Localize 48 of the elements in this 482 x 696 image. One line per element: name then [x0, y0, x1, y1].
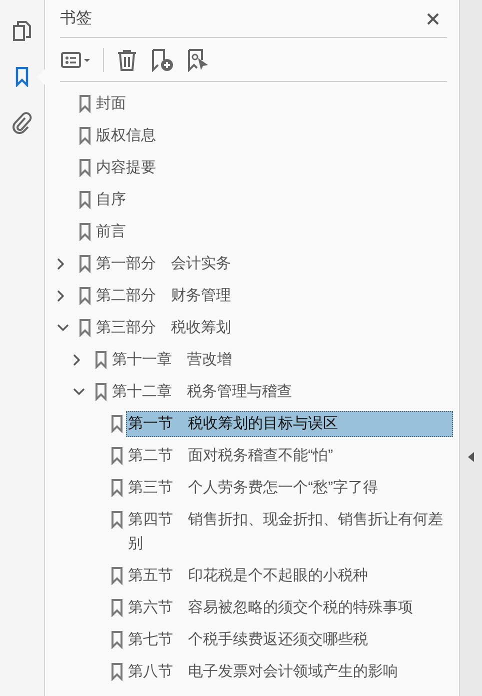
bookmark-icon — [95, 351, 107, 369]
bookmark-icon — [95, 383, 107, 401]
bookmark-item[interactable]: 版权信息 — [96, 124, 453, 148]
bookmark-item[interactable]: 第八节 电子发票对会计领域产生的影响 — [128, 660, 453, 684]
bookmark-icon — [79, 319, 91, 337]
bookmark-item[interactable]: 第三部分 税收筹划 — [96, 316, 453, 340]
bookmark-icon — [111, 447, 123, 465]
bookmark-item[interactable]: 第一节 税收筹划的目标与误区 — [126, 411, 453, 437]
bookmark-item[interactable]: 第五节 印花税是个不起眼的小税种 — [128, 564, 453, 588]
chevron-down-icon[interactable] — [57, 324, 69, 332]
chevron-down-icon[interactable] — [73, 388, 85, 396]
bookmark-item[interactable]: 封面 — [96, 92, 453, 116]
bookmark-item[interactable]: 自序 — [96, 188, 453, 212]
bookmark-item[interactable]: 第二部分 财务管理 — [96, 284, 453, 308]
bookmark-icon — [111, 631, 123, 649]
chevron-right-icon[interactable] — [73, 354, 81, 366]
bookmark-icon — [111, 567, 123, 585]
bookmark-item[interactable]: 内容提要 — [96, 156, 453, 180]
bookmark-icon — [111, 663, 123, 681]
new-bookmark-icon[interactable] — [150, 48, 174, 72]
bookmark-icon — [111, 511, 123, 529]
options-menu-button[interactable] — [61, 52, 91, 68]
bookmark-icon — [79, 95, 91, 113]
bookmark-icon — [79, 287, 91, 305]
close-icon[interactable] — [425, 10, 441, 26]
bookmark-item[interactable]: 前言 — [96, 220, 453, 244]
collapse-arrow-icon[interactable] — [468, 452, 474, 462]
bookmark-item[interactable]: 第十二章 税务管理与稽查 — [112, 380, 453, 404]
bookmark-item[interactable]: 第七节 个税手续费返还须交哪些税 — [128, 628, 453, 652]
panel-title: 书签 — [60, 8, 92, 28]
bookmark-icon — [111, 479, 123, 497]
bookmark-item[interactable]: 第十一章 营改增 — [112, 348, 453, 372]
bookmark-icon — [79, 159, 91, 177]
bookmark-item[interactable]: 第四节 销售折扣、现金折扣、销售折让有何差别 — [128, 508, 453, 556]
bookmark-icon — [79, 223, 91, 241]
bookmark-icon — [111, 415, 123, 433]
trash-icon[interactable] — [116, 48, 138, 70]
bookmark-icon — [111, 599, 123, 617]
bookmark-icon — [79, 255, 91, 273]
bookmark-icon — [79, 127, 91, 145]
chevron-right-icon[interactable] — [57, 258, 65, 270]
bookmark-item[interactable]: 第三节 个人劳务费怎一个“愁”字了得 — [128, 476, 453, 500]
bookmark-item[interactable]: 第二节 面对税务稽查不能“怕” — [128, 444, 453, 468]
bookmark-cursor-icon[interactable] — [186, 48, 210, 72]
bookmark-icon — [79, 191, 91, 209]
chevron-right-icon[interactable] — [57, 290, 65, 302]
bookmark-item[interactable]: 第六节 容易被忽略的须交个税的特殊事项 — [128, 596, 453, 620]
bookmark-item[interactable]: 第一部分 会计实务 — [96, 252, 453, 276]
